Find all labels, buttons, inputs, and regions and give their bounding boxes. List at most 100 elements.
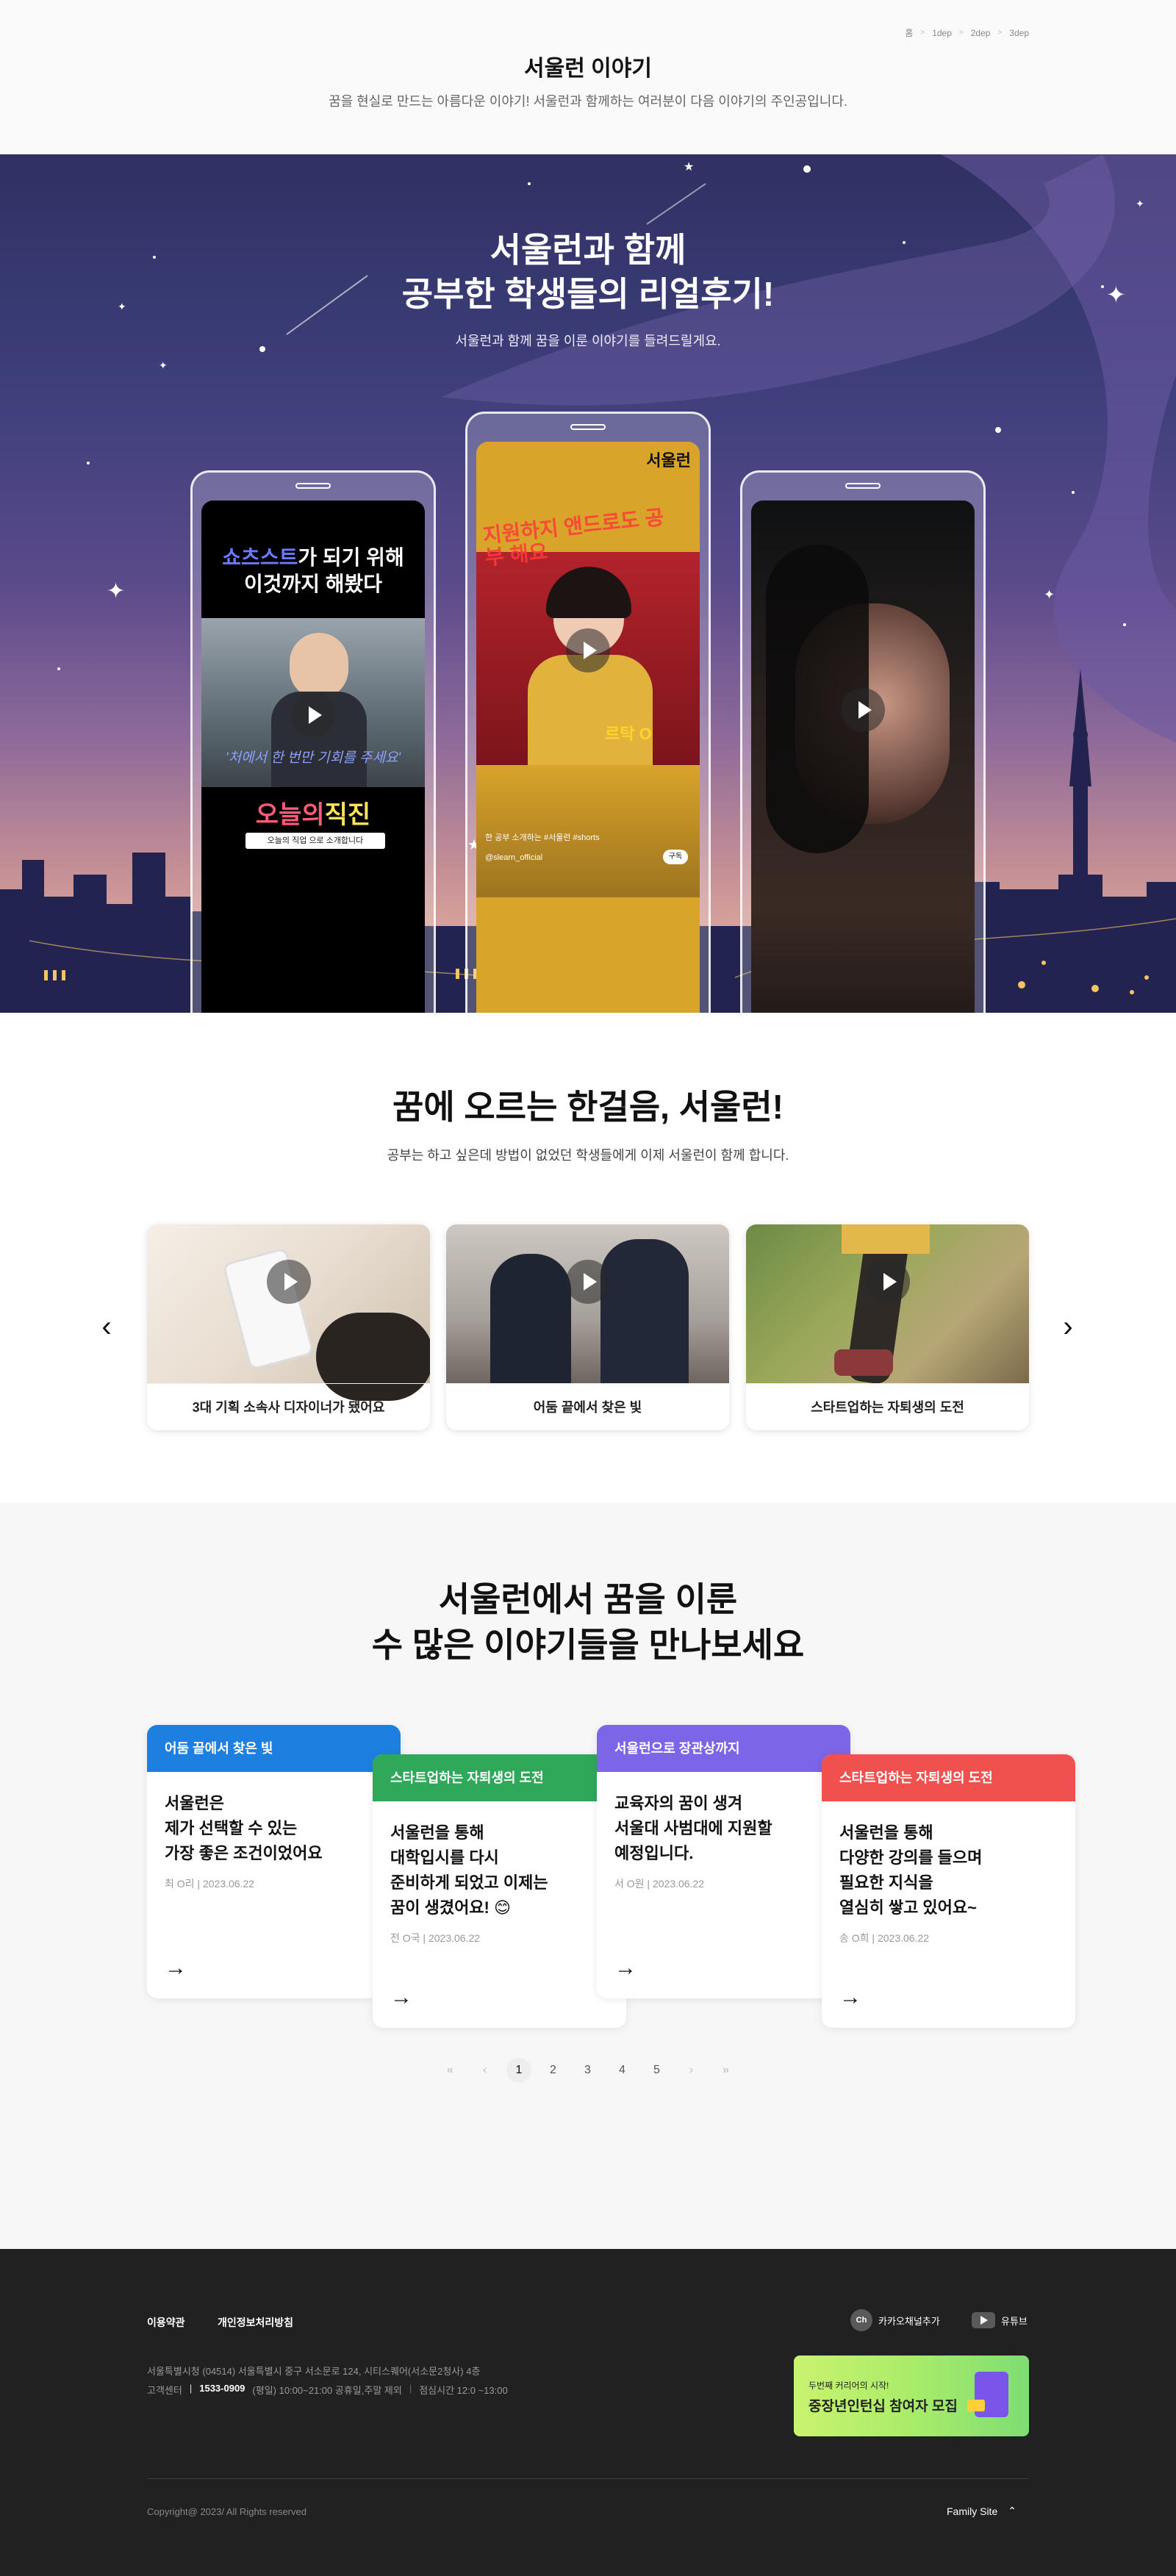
person-2 [600, 1239, 689, 1383]
video-screen[interactable]: 쇼츠스트가 되기 위해 이것까지 해봤다 '처에서 한 번만 기회를 주세요' … [201, 501, 425, 1013]
copyright: Copyright@ 2023/ All Rights reserved [147, 2506, 306, 2517]
video-brand: 오늘의직진 [201, 794, 425, 830]
story-tag: 어둠 끝에서 찾은 빛 [147, 1725, 401, 1772]
page-subtitle: 꿈을 현실로 만드는 아름다운 이야기! 서울런과 함께하는 여러분이 다음 이… [329, 94, 847, 109]
page-1[interactable]: 1 [506, 2058, 531, 2083]
arrow-right-icon[interactable]: → [165, 1956, 187, 1981]
story-quote-line: 꿈이 생겼어요! 😊 [390, 1898, 511, 1917]
person-face [290, 633, 348, 699]
story-quote-line: 서울런을 통해 [390, 1823, 484, 1842]
last-page-icon[interactable]: » [709, 2064, 743, 2077]
subscribe-button[interactable]: 구독 [663, 850, 688, 864]
story-tag: 스타트업하는 자퇴생의 도전 [373, 1754, 626, 1801]
kakao-channel-link[interactable]: Ch 카카오채널추가 [850, 2309, 940, 2331]
play-icon[interactable] [865, 1260, 910, 1304]
privacy-link[interactable]: 개인정보처리방침 [218, 2315, 293, 2330]
story-tag: 서울런으로 장관상까지 [597, 1725, 850, 1772]
star-icon: ★ [684, 161, 695, 173]
play-icon[interactable] [266, 1260, 311, 1304]
next-page-icon[interactable]: › [674, 2064, 709, 2077]
footer-address: 서울특별시청 (04514) 서울특별시 중구 서소문로 124, 시티스퀘어(… [147, 2366, 481, 2377]
star-icon: ✦ [107, 579, 126, 603]
person-hair [546, 567, 631, 618]
video-screen[interactable]: 서울런 지원하지 앤드로도 공부 해요 르탁 O 한 공부 소개하는 #서울런 … [476, 442, 700, 1013]
customer-center: 고객센터 | 1533-0909 (평일) 10:00~21:00 공휴일,주말… [147, 2383, 508, 2396]
story-quote-line: 제가 선택할 수 있는 [165, 1819, 298, 1837]
arrow-right-icon[interactable]: → [390, 1985, 412, 2010]
play-icon[interactable] [566, 628, 610, 672]
video-thumbnail [746, 1224, 1029, 1386]
first-page-icon[interactable]: « [433, 2064, 467, 2077]
page-3[interactable]: 3 [570, 2064, 605, 2077]
page-2[interactable]: 2 [536, 2064, 570, 2077]
channel-name[interactable]: @slearn_official [485, 853, 542, 862]
video-card[interactable]: 3대 기획 소속사 디자이너가 됐어요 [147, 1224, 430, 1430]
story-quote-line: 대학입시를 다시 [390, 1848, 499, 1867]
section-title: 꿈에 오르는 한걸음, 서울런! [392, 1088, 784, 1126]
short-video-phone-2[interactable]: 서울런 지원하지 앤드로도 공부 해요 르탁 O 한 공부 소개하는 #서울런 … [465, 412, 711, 1013]
story-card[interactable]: 스타트업하는 자퇴생의 도전 서울런을 통해 대학입시를 다시 준비하게 되었고… [373, 1754, 626, 2028]
page: { "breadcrumb": {"items": ["홈", "1dep", … [0, 0, 1176, 2576]
video-headline-rest: 가 되기 위해 [298, 546, 404, 569]
family-site-select[interactable]: Family Site ⌃ [947, 2505, 1017, 2517]
story-meta: 서 O원 | 2023.06.22 [614, 1878, 705, 1890]
story-card[interactable]: 서울런으로 장관상까지 교육자의 꿈이 생겨 서울대 사범대에 지원할 예정입니… [597, 1725, 850, 1998]
kakao-channel-icon: Ch [850, 2309, 872, 2331]
page-header: 홈 > 1dep > 2dep > 3dep 서울런 이야기 꿈을 현실로 만드… [0, 0, 1176, 154]
cs-phone: 1533-0909 [199, 2383, 245, 2394]
star-icon: ✦ [159, 359, 168, 371]
breadcrumb-2dep[interactable]: 2dep [971, 28, 991, 38]
story-quote-line: 가장 좋은 조건이었어요 [165, 1844, 323, 1862]
short-video-phone-1[interactable]: 쇼츠스트가 되기 위해 이것까지 해봤다 '처에서 한 번만 기회를 주세요' … [190, 470, 436, 1013]
play-icon[interactable] [565, 1260, 610, 1304]
hero-title-line2: 공부한 학생들의 리얼후기! [401, 275, 775, 313]
chevron-right-icon[interactable]: › [1057, 1308, 1079, 1345]
breadcrumb-1dep[interactable]: 1dep [932, 28, 952, 38]
video-card-caption: 스타트업하는 자퇴생의 도전 [746, 1383, 1029, 1430]
breadcrumb-3dep[interactable]: 3dep [1009, 28, 1029, 38]
phone-notch [570, 424, 606, 430]
yellow-jacket [842, 1224, 930, 1254]
video-brand-sub: 오늘의 직업 으로 소개합니다 [245, 833, 385, 849]
story-quote-line: 열심히 쌓고 있어요~ [839, 1898, 977, 1917]
chevron-right-icon: > [958, 29, 964, 37]
short-video-phone-3[interactable] [740, 470, 986, 1013]
story-quote-line: 서울런을 통해 [839, 1823, 933, 1842]
story-card[interactable]: 스타트업하는 자퇴생의 도전 서울런을 통해 다양한 강의를 들으며 필요한 지… [822, 1754, 1075, 2028]
youtube-link[interactable]: 유튜브 [972, 2312, 1028, 2328]
section-title-line1: 서울런에서 꿈을 이룬 [438, 1580, 738, 1618]
play-icon[interactable] [291, 693, 335, 737]
internship-banner[interactable]: 두번째 커리어의 시작! 중장년인턴십 참여자 모집 [794, 2356, 1029, 2436]
arrow-right-icon[interactable]: → [614, 1956, 637, 1981]
banner-title: 중장년인턴십 참여자 모집 [808, 2399, 958, 2414]
phone-notch [845, 483, 881, 489]
page-5[interactable]: 5 [639, 2064, 674, 2077]
youtube-label: 유튜브 [1001, 2315, 1028, 2327]
terms-link[interactable]: 이용약관 [147, 2315, 185, 2330]
video-thumbnail [147, 1224, 430, 1401]
story-quote-line: 교육자의 꿈이 생겨 [614, 1794, 743, 1812]
breadcrumb-home[interactable]: 홈 [905, 26, 913, 39]
footer-divider [147, 2478, 1029, 2479]
play-icon[interactable] [841, 688, 885, 732]
video-caption: '처에서 한 번만 기회를 주세요' [225, 750, 401, 766]
footer: 이용약관 개인정보처리방침 Ch 카카오채널추가 유튜브 서울특별시청 (045… [0, 2249, 1176, 2576]
story-card[interactable]: 어둠 끝에서 찾은 빛 서울런은 제가 선택할 수 있는 가장 좋은 조건이었어… [147, 1725, 401, 1998]
cs-label: 고객센터 [147, 2385, 182, 2396]
video-card[interactable]: 어둠 끝에서 찾은 빛 [446, 1224, 729, 1430]
story-quote-line: 서울대 사범대에 지원할 [614, 1819, 772, 1837]
family-site-label: Family Site [947, 2505, 998, 2517]
story-quote-line: 필요한 지식을 [839, 1873, 933, 1892]
hero-title: 서울런과 함께 공부한 학생들의 리얼후기! [0, 228, 1176, 316]
page-4[interactable]: 4 [605, 2064, 639, 2077]
video-screen[interactable] [751, 501, 975, 1013]
video-card-caption: 3대 기획 소속사 디자이너가 됐어요 [147, 1383, 430, 1430]
video-card[interactable]: 스타트업하는 자퇴생의 도전 [746, 1224, 1029, 1430]
prev-page-icon[interactable]: ‹ [467, 2064, 502, 2077]
seoullearn-logo: 서울런 [646, 451, 691, 470]
star-icon: ✦ [1136, 198, 1144, 209]
story-quote-line: 예정입니다. [614, 1844, 694, 1862]
chevron-left-icon[interactable]: ‹ [96, 1308, 118, 1345]
ticket-icon [967, 2400, 985, 2411]
arrow-right-icon[interactable]: → [839, 1985, 861, 2010]
